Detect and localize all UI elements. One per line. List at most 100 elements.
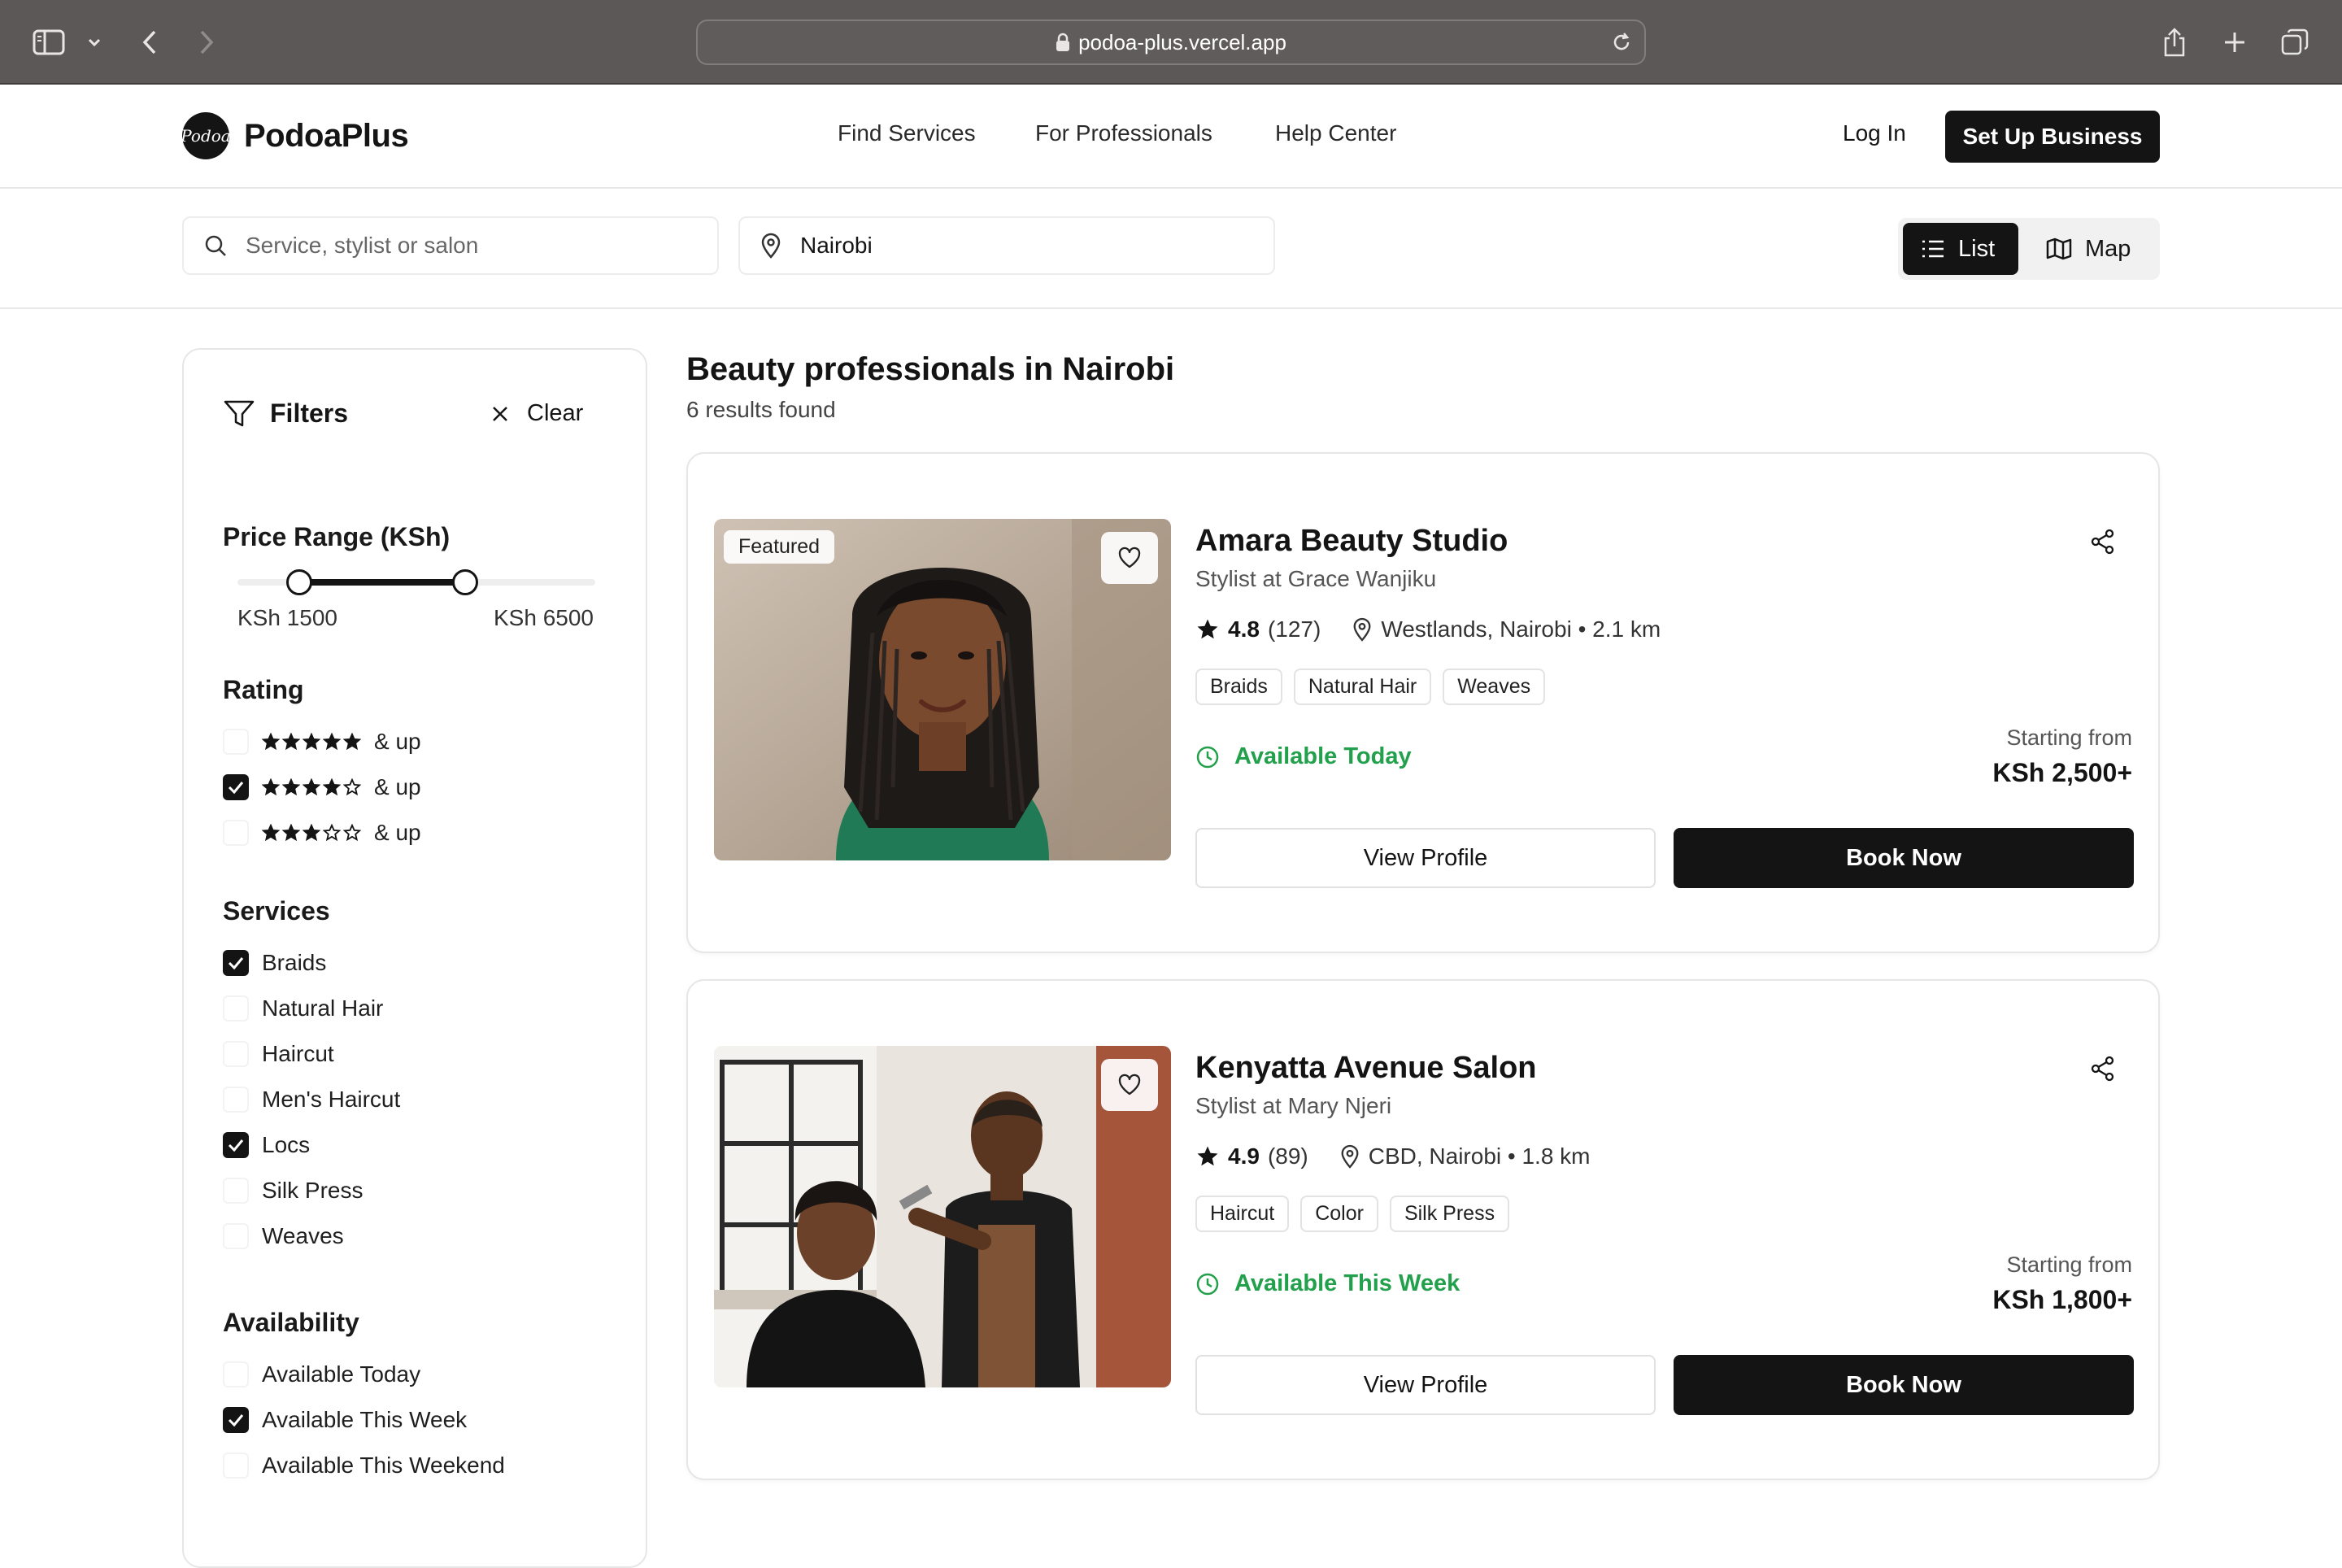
service-option-silk-press[interactable]: Silk Press bbox=[223, 1178, 363, 1204]
location-pin-icon bbox=[1352, 617, 1373, 642]
site-header: Podoa PodoaPlus Find Services For Profes… bbox=[0, 85, 2342, 189]
listing-name[interactable]: Amara Beauty Studio bbox=[1195, 524, 1508, 559]
service-option-label: Weaves bbox=[262, 1223, 344, 1248]
price-label: Starting from bbox=[2006, 1252, 2132, 1277]
nav-find-services[interactable]: Find Services bbox=[838, 120, 976, 146]
four-star-rating-icon bbox=[262, 778, 361, 796]
map-icon bbox=[2046, 237, 2072, 260]
favorite-button[interactable] bbox=[1101, 532, 1158, 584]
map-view-button[interactable]: Map bbox=[2028, 223, 2150, 275]
price-range-title: Price Range (KSh) bbox=[223, 522, 451, 551]
checkbox-checked[interactable] bbox=[223, 950, 249, 976]
book-now-button[interactable]: Book Now bbox=[1674, 1355, 2134, 1415]
chevron-down-icon[interactable] bbox=[76, 24, 112, 60]
rating-option-5[interactable]: & up bbox=[223, 729, 421, 755]
listing-meta: 4.8 (127) Westlands, Nairobi • 2.1 km bbox=[1195, 616, 1661, 642]
price-slider-min-handle[interactable] bbox=[286, 569, 312, 595]
service-option-mens-haircut[interactable]: Men's Haircut bbox=[223, 1087, 400, 1113]
checkbox[interactable] bbox=[223, 1041, 249, 1067]
three-star-rating-icon bbox=[262, 824, 361, 842]
heart-icon bbox=[1117, 547, 1142, 569]
listing-location: Westlands, Nairobi • 2.1 km bbox=[1381, 616, 1661, 642]
list-view-button[interactable]: List bbox=[1903, 223, 2018, 275]
brand-name: PodoaPlus bbox=[244, 117, 409, 154]
location-pin-icon bbox=[760, 233, 782, 259]
listing-card: Kenyatta Avenue Salon Stylist at Mary Nj… bbox=[686, 979, 2160, 1480]
review-count: (89) bbox=[1267, 1143, 1308, 1169]
service-option-natural-hair[interactable]: Natural Hair bbox=[223, 995, 383, 1021]
service-search-input[interactable]: Service, stylist or salon bbox=[182, 216, 719, 275]
availability-status: Available This Week bbox=[1195, 1270, 1460, 1297]
stylist-photo[interactable] bbox=[714, 1046, 1171, 1387]
clear-filters-button[interactable]: Clear bbox=[491, 400, 583, 427]
search-icon bbox=[203, 233, 228, 258]
listing-name[interactable]: Kenyatta Avenue Salon bbox=[1195, 1051, 1537, 1086]
reload-icon[interactable] bbox=[1610, 31, 1633, 54]
filters-panel: Filters Clear Price Range (KSh) KSh 1500… bbox=[182, 348, 647, 1568]
rating-option-4[interactable]: & up bbox=[223, 774, 421, 800]
service-option-label: Braids bbox=[262, 950, 327, 975]
checkbox-checked[interactable] bbox=[223, 1407, 249, 1433]
service-option-label: Men's Haircut bbox=[262, 1087, 401, 1112]
back-icon[interactable] bbox=[132, 24, 168, 60]
stylist-photo[interactable]: Featured bbox=[714, 519, 1171, 860]
checkbox[interactable] bbox=[223, 995, 249, 1021]
brand-logo[interactable]: Podoa PodoaPlus bbox=[181, 112, 409, 159]
share-button[interactable] bbox=[2090, 1056, 2116, 1082]
price-slider-max-handle[interactable] bbox=[452, 569, 478, 595]
share-icon[interactable] bbox=[2157, 24, 2192, 60]
service-option-weaves[interactable]: Weaves bbox=[223, 1223, 344, 1249]
clock-icon bbox=[1195, 1272, 1220, 1296]
availability-label: Available This Week bbox=[1234, 1270, 1460, 1296]
availability-option-this-weekend[interactable]: Available This Weekend bbox=[223, 1453, 505, 1479]
availability-option-today[interactable]: Available Today bbox=[223, 1361, 420, 1387]
results-title: Beauty professionals in Nairobi bbox=[686, 351, 1175, 387]
listing-card: Featured Amara Beauty Studio Stylist at … bbox=[686, 452, 2160, 953]
service-tags: Braids Natural Hair Weaves bbox=[1195, 669, 1546, 705]
view-profile-button[interactable]: View Profile bbox=[1195, 1355, 1656, 1415]
clear-label: Clear bbox=[527, 400, 584, 426]
set-up-business-button[interactable]: Set Up Business bbox=[1945, 111, 2160, 163]
nav-help-center[interactable]: Help Center bbox=[1275, 120, 1396, 146]
checkbox-checked[interactable] bbox=[223, 1132, 249, 1158]
favorite-button[interactable] bbox=[1101, 1059, 1158, 1111]
availability-option-this-week[interactable]: Available This Week bbox=[223, 1407, 467, 1433]
star-icon bbox=[1195, 1144, 1220, 1169]
checkbox[interactable] bbox=[223, 1223, 249, 1249]
checkbox-checked[interactable] bbox=[223, 774, 249, 800]
login-link[interactable]: Log In bbox=[1843, 120, 1906, 146]
filters-title: Filters bbox=[270, 399, 349, 428]
url-text: podoa-plus.vercel.app bbox=[1078, 29, 1286, 54]
service-tag: Color bbox=[1300, 1196, 1378, 1232]
browser-toolbar: podoa-plus.vercel.app bbox=[0, 0, 2342, 85]
checkbox[interactable] bbox=[223, 1361, 249, 1387]
view-profile-button[interactable]: View Profile bbox=[1195, 828, 1656, 888]
address-bar[interactable]: podoa-plus.vercel.app bbox=[696, 20, 1646, 65]
service-option-haircut[interactable]: Haircut bbox=[223, 1041, 334, 1067]
share-button[interactable] bbox=[2090, 529, 2116, 555]
sidebar-toggle-icon[interactable] bbox=[31, 24, 67, 60]
service-tag: Braids bbox=[1195, 669, 1282, 705]
tab-overview-icon[interactable] bbox=[2277, 24, 2313, 60]
new-tab-icon[interactable] bbox=[2217, 24, 2253, 60]
book-now-button[interactable]: Book Now bbox=[1674, 828, 2134, 888]
checkbox[interactable] bbox=[223, 820, 249, 846]
checkbox[interactable] bbox=[223, 1178, 249, 1204]
share-nodes-icon bbox=[2090, 529, 2116, 555]
location-input[interactable]: Nairobi bbox=[738, 216, 1275, 275]
service-option-locs[interactable]: Locs bbox=[223, 1132, 310, 1158]
forward-icon[interactable] bbox=[189, 24, 224, 60]
listing-subtitle: Stylist at Grace Wanjiku bbox=[1195, 566, 1437, 591]
map-view-label: Map bbox=[2085, 235, 2131, 262]
location-pin-icon bbox=[1339, 1144, 1360, 1169]
location-value: Nairobi bbox=[800, 233, 873, 258]
checkbox[interactable] bbox=[223, 1087, 249, 1113]
service-option-braids[interactable]: Braids bbox=[223, 950, 326, 976]
checkbox[interactable] bbox=[223, 1453, 249, 1479]
rating-option-3[interactable]: & up bbox=[223, 820, 421, 846]
nav-for-professionals[interactable]: For Professionals bbox=[1035, 120, 1212, 146]
checkbox[interactable] bbox=[223, 729, 249, 755]
service-tag: Natural Hair bbox=[1293, 669, 1432, 705]
availability-option-label: Available Today bbox=[262, 1361, 421, 1387]
search-placeholder: Service, stylist or salon bbox=[246, 233, 479, 258]
